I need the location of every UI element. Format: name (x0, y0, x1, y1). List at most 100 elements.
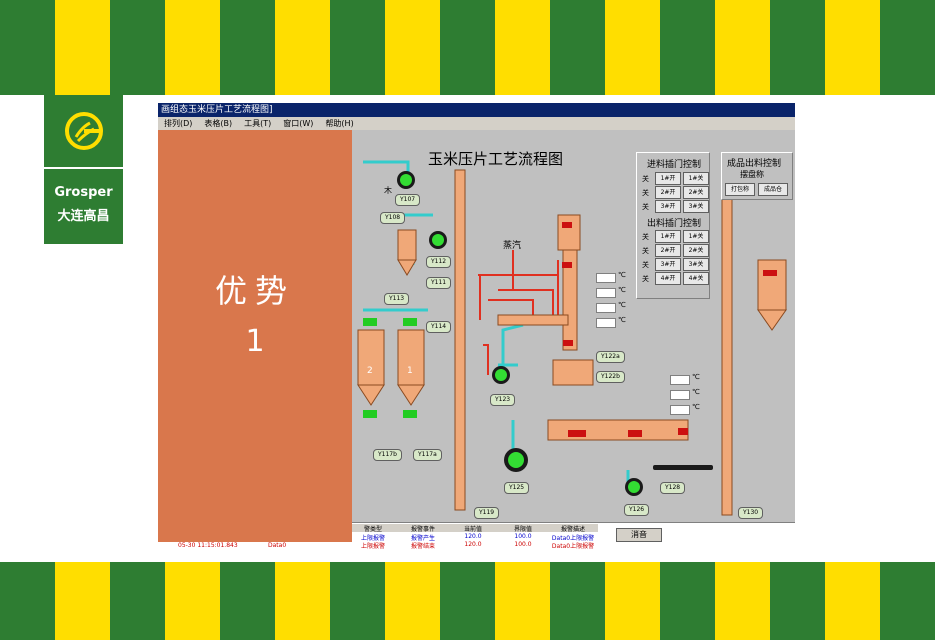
alarm-row-1-current: 120.0 (464, 533, 482, 540)
menu-item-table[interactable]: 表格(B) (204, 117, 232, 130)
stripe-segment (330, 0, 385, 95)
outlet-3-close-button[interactable]: 3#关 (683, 258, 709, 271)
stripe-segment (880, 562, 935, 640)
temp-unit-1: ℃ (618, 271, 626, 279)
stripe-segment (550, 0, 605, 95)
inlet-row-3-label: 关 (642, 203, 649, 211)
tag-y123[interactable]: Y123 (490, 394, 516, 406)
alarm-header-limit: 界限值 (513, 526, 532, 533)
top-stripe-band (0, 0, 935, 95)
menu-item-help[interactable]: 帮助(H) (325, 117, 353, 130)
steam-label: 蒸汽 (503, 241, 522, 251)
tag-y117b[interactable]: Y117b (373, 449, 402, 461)
flow-title: 玉米压片工艺流程图 (428, 150, 564, 168)
bottom-stripe-band (0, 562, 935, 640)
tag-y119[interactable]: Y119 (474, 507, 500, 519)
stripe-segment (880, 0, 935, 95)
inlet-3-open-button[interactable]: 3#开 (655, 200, 681, 213)
inlet-3-close-button[interactable]: 3#关 (683, 200, 709, 213)
outlet-1-open-button[interactable]: 1#开 (655, 230, 681, 243)
outlet-1-close-button[interactable]: 1#关 (683, 230, 709, 243)
tag-y108[interactable]: Y108 (380, 212, 406, 224)
product-outlet-panel: 成品出料控制 摆盘称 打包称 成品仓 (721, 152, 793, 200)
tag-y107[interactable]: Y107 (395, 194, 421, 206)
product-panel-subtitle: 摆盘称 (740, 170, 764, 179)
tag-y122a[interactable]: Y122a (596, 351, 625, 363)
stripe-segment (385, 0, 440, 95)
stripe-segment (605, 562, 660, 640)
red-steam-pipes (478, 250, 559, 375)
product-bin-button[interactable]: 成品仓 (758, 183, 788, 196)
outlet-row-1-label: 关 (642, 233, 649, 241)
stripe-segment (495, 562, 550, 640)
tag-y111[interactable]: Y111 (426, 277, 452, 289)
temp-readout-1 (596, 273, 616, 283)
outlet-row-3-label: 关 (642, 261, 649, 269)
temp-unit-5: ℃ (692, 373, 700, 381)
outlet-3-open-button[interactable]: 3#开 (655, 258, 681, 271)
stripe-segment (715, 562, 770, 640)
tag-y117a[interactable]: Y117a (413, 449, 442, 461)
stripe-segment (825, 0, 880, 95)
stripe-segment (605, 0, 660, 95)
stripe-segment (110, 562, 165, 640)
alarm-row-2-type: 上限报警 (360, 543, 385, 550)
outlet-2-open-button[interactable]: 2#开 (655, 244, 681, 257)
stripe-segment (0, 562, 55, 640)
stripe-segment (825, 562, 880, 640)
logo-box: Grosper 大连高昌 (44, 95, 123, 244)
menu-item-window[interactable]: 窗口(W) (283, 117, 313, 130)
stripe-segment (385, 562, 440, 640)
menu-item-arrange[interactable]: 排列(D) (164, 117, 192, 130)
tag-y122b[interactable]: Y122b (596, 371, 625, 383)
tag-y130[interactable]: Y130 (738, 507, 764, 519)
inlet-1-open-button[interactable]: 1#开 (655, 172, 681, 185)
alarm-row-2-current: 120.0 (464, 541, 482, 548)
outlet-panel-title: 出料插门控制 (647, 219, 702, 229)
temp-unit-4: ℃ (618, 316, 626, 324)
mute-button[interactable]: 消音 (616, 528, 662, 542)
tag-y126[interactable]: Y126 (624, 504, 650, 516)
tag-y112[interactable]: Y112 (426, 256, 452, 268)
menu-item-tools[interactable]: 工具(T) (244, 117, 271, 130)
logo-cn-name: 大连高昌 (57, 209, 110, 224)
outlet-4-open-button[interactable]: 4#开 (655, 272, 681, 285)
inlet-2-close-button[interactable]: 2#关 (683, 186, 709, 199)
stripe-segment (275, 562, 330, 640)
tag-y125[interactable]: Y125 (504, 482, 530, 494)
window-titlebar: 画组态玉米压片工艺流程图] (158, 103, 795, 117)
temp-readout-3 (596, 303, 616, 313)
window-menubar: 排列(D) 表格(B) 工具(T) 窗口(W) 帮助(H) (158, 117, 795, 130)
temp-readout-7 (670, 405, 690, 415)
stripe-segment (715, 0, 770, 95)
overlay-number: 1 (245, 324, 265, 359)
inlet-2-open-button[interactable]: 2#开 (655, 186, 681, 199)
packing-scale-button[interactable]: 打包称 (725, 183, 755, 196)
silo-number-1: 1 (407, 366, 413, 376)
silo-number-2: 2 (367, 366, 373, 376)
outlet-2-close-button[interactable]: 2#关 (683, 244, 709, 257)
alarm-header-desc: 报警描述 (560, 526, 585, 533)
alarm-row-2-desc: Data0上限报警 (551, 543, 595, 550)
stripe-segment (0, 0, 55, 95)
stripe-segment (110, 0, 165, 95)
stripe-segment (55, 0, 110, 95)
alarm-header-event: 报警事件 (410, 526, 435, 533)
advantage-overlay: 优势 1 (158, 130, 352, 542)
tag-y114[interactable]: Y114 (426, 321, 452, 333)
temp-readout-2 (596, 288, 616, 298)
outlet-4-close-button[interactable]: 4#关 (683, 272, 709, 285)
overlay-title: 优势 (214, 272, 295, 310)
alarm-row: 上限报警 报警结束 120.0 100.0 Data0上限报警 (348, 541, 598, 550)
grosper-g-icon (44, 95, 123, 167)
stripe-segment (440, 562, 495, 640)
temp-readout-4 (596, 318, 616, 328)
tag-y128[interactable]: Y128 (660, 482, 686, 494)
inlet-1-close-button[interactable]: 1#关 (683, 172, 709, 185)
alarm-table-header: 警类型 报警事件 当前值 界限值 报警描述 (348, 524, 598, 533)
stripe-segment (770, 562, 825, 640)
stripe-segment (330, 562, 385, 640)
stripe-segment (275, 0, 330, 95)
alarm-row-1-event: 报警产生 (410, 535, 435, 542)
tag-y113[interactable]: Y113 (384, 293, 410, 305)
